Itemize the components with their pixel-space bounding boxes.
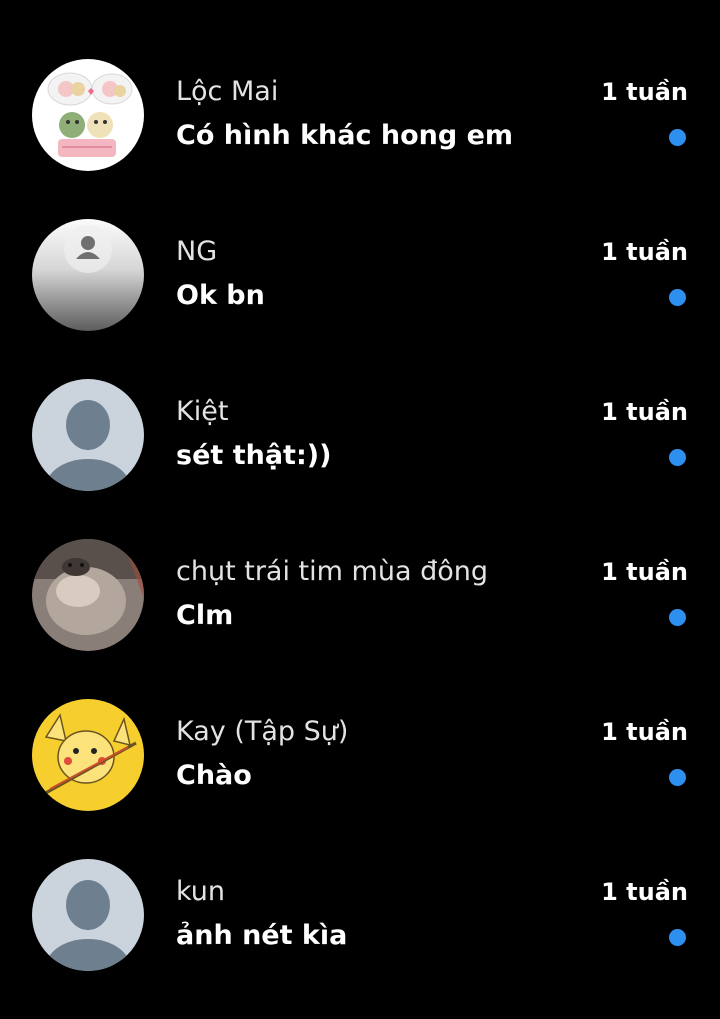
contact-name: kun [176,876,226,907]
unread-dot-icon [669,129,686,146]
conversation-list: Lộc Mai Có hình khác hong em 1 tuần NG O… [0,0,720,984]
last-message: Chào [176,760,252,791]
last-message: sét thật:)) [176,440,332,471]
conversation-row[interactable]: kun ảnh nét kìa 1 tuần [0,859,720,1019]
unread-dot-icon [669,289,686,306]
gray-gradient-avatar-icon [32,219,144,331]
contact-name: Kiệt [176,396,229,427]
default-user-avatar-icon [32,859,144,971]
contact-name: NG [176,236,218,267]
timestamp: 1 tuần [601,878,688,906]
avatar[interactable] [32,379,144,491]
timestamp: 1 tuần [601,718,688,746]
last-message: ảnh nét kìa [176,920,348,951]
conversation-row[interactable]: Lộc Mai Có hình khác hong em 1 tuần [0,59,720,219]
avatar[interactable] [32,59,144,171]
sticker-bears-avatar-icon [32,59,144,171]
conversation-row[interactable]: Kay (Tập Sự) Chào 1 tuần [0,699,720,859]
unread-dot-icon [669,609,686,626]
avatar[interactable] [32,539,144,651]
timestamp: 1 tuần [601,398,688,426]
timestamp: 1 tuần [601,238,688,266]
last-message: Clm [176,600,234,631]
pikachu-sword-avatar-icon [32,699,144,811]
conversation-row[interactable]: NG Ok bn 1 tuần [0,219,720,379]
unread-dot-icon [669,929,686,946]
contact-name: Lộc Mai [176,76,279,107]
contact-name: Kay (Tập Sự) [176,716,349,747]
avatar[interactable] [32,699,144,811]
timestamp: 1 tuần [601,558,688,586]
conversation-row[interactable]: chụt trái tim mùa đông Clm 1 tuần [0,539,720,699]
avatar[interactable] [32,219,144,331]
hamster-photo-avatar-icon [32,539,144,651]
last-message: Ok bn [176,280,265,311]
unread-dot-icon [669,449,686,466]
default-user-avatar-icon [32,379,144,491]
unread-dot-icon [669,769,686,786]
contact-name: chụt trái tim mùa đông [176,556,488,587]
avatar[interactable] [32,859,144,971]
last-message: Có hình khác hong em [176,120,514,151]
timestamp: 1 tuần [601,78,688,106]
conversation-row[interactable]: Kiệt sét thật:)) 1 tuần [0,379,720,539]
